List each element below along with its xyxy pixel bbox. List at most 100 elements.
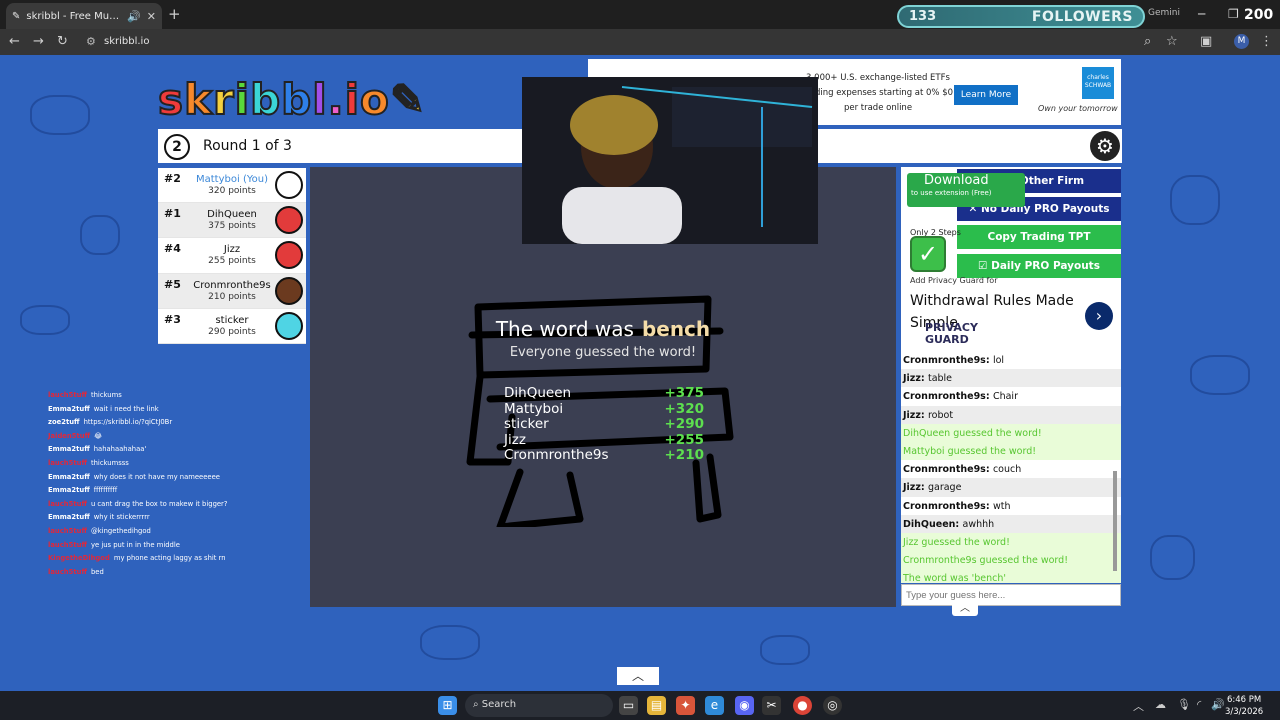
player-rank: #4 <box>164 242 181 256</box>
chat-text: couch <box>992 464 1022 476</box>
skribbl-logo[interactable]: skribbl.io✎ <box>157 74 426 125</box>
site-info-icon[interactable]: ⚙ <box>86 35 96 48</box>
chat-message: Cronmronthe9s: couch <box>901 460 1121 478</box>
stream-overlay-count: 200 <box>1244 7 1274 23</box>
expand-chevron-icon[interactable]: ︿ <box>617 667 659 685</box>
collapse-chevron-icon[interactable]: ︿ <box>952 602 978 616</box>
chat-text: awhhh <box>962 518 995 530</box>
side-ad[interactable]: ling Other Firm ✕ No Daily PRO Payouts C… <box>901 167 1121 352</box>
menu-icon[interactable]: ⋮ <box>1260 34 1273 49</box>
address-bar: ← → ↻ ⚙ skribbl.io ⌕ ☆ ▣ M ⋮ <box>0 29 1280 55</box>
player-row[interactable]: #5 Cronmronthe9s 210 points <box>158 273 306 309</box>
result-subtitle: Everyone guessed the word! <box>509 345 697 360</box>
checkmark-icon: ✓ <box>910 236 946 272</box>
cloud-icon[interactable]: ☁ <box>1155 698 1166 711</box>
chat-text: robot <box>927 409 954 421</box>
minimize-icon[interactable]: ─ <box>1198 7 1205 21</box>
player-name: Mattyboi (You) <box>196 174 268 185</box>
followers-count: 133 <box>909 9 937 24</box>
chat-text: wth <box>992 500 1011 512</box>
browser-tab[interactable]: ✎ skribbl - Free Multiplayer D 🔊 ✕ <box>6 3 162 29</box>
settings-gear-icon[interactable]: ⚙ <box>1090 131 1120 161</box>
new-tab-icon[interactable]: + <box>168 5 181 23</box>
chat-message: DihQueen guessed the word! <box>901 423 1121 442</box>
chat-message: The word was 'bench' <box>901 569 1121 583</box>
stream-chat-text: u cant drag the box to makew it bigger? <box>90 499 228 508</box>
player-row[interactable]: #3 sticker 290 points <box>158 309 306 344</box>
stream-chat-user: lauch5tuff <box>48 458 87 467</box>
sidebar-icon[interactable]: ▣ <box>1200 34 1212 49</box>
chat-text: Mattyboi guessed the word! <box>903 445 1037 457</box>
player-name: Cronmronthe9s <box>193 279 271 291</box>
reload-icon[interactable]: ↻ <box>57 34 68 49</box>
copilot-icon[interactable]: ✦ <box>676 696 695 715</box>
tray-chevron-icon[interactable]: ︿ <box>1133 698 1144 714</box>
browser-tab-bar: ✎ skribbl - Free Multiplayer D 🔊 ✕ + 133… <box>0 0 1280 29</box>
chrome-icon[interactable]: ● <box>793 696 812 715</box>
edge-icon[interactable]: e <box>705 696 724 715</box>
player-name: Jizz <box>223 244 241 256</box>
chat-author: Cronmronthe9s: <box>903 464 993 476</box>
start-icon[interactable]: ⊞ <box>438 696 457 715</box>
player-points: 375 points <box>208 221 256 232</box>
capcut-icon[interactable]: ✂ <box>762 696 781 715</box>
chat-message: Jizz: garage <box>901 478 1121 497</box>
chat-author: Cronmronthe9s: <box>903 355 993 366</box>
player-rank: #1 <box>164 207 181 221</box>
chat-message: Jizz: robot <box>901 405 1121 424</box>
stream-chat-text: bed <box>90 567 104 576</box>
profile-avatar[interactable]: M <box>1234 34 1249 49</box>
stream-chat-text: ye jus put in in the middle <box>90 540 180 549</box>
task-view-icon[interactable]: ▭ <box>619 696 638 715</box>
result-prefix: The word was <box>495 317 634 341</box>
stream-chat-user: zoe2tuff <box>48 418 80 427</box>
maximize-icon[interactable]: ❐ <box>1228 7 1239 21</box>
stream-chat-message: lauch5tuff thickumsss <box>48 457 288 471</box>
player-points: 210 points <box>208 291 256 302</box>
chat-author: Cronmronthe9s: <box>903 500 993 512</box>
taskbar-clock[interactable]: 6:46 PM 3/3/2026 <box>1225 694 1263 718</box>
discord-icon[interactable]: ◉ <box>735 696 754 715</box>
player-row[interactable]: #2 Mattyboi (You) 320 points <box>158 168 306 204</box>
followers-overlay: 133 FOLLOWERS <box>897 5 1145 28</box>
microphone-icon[interactable]: 🎙 <box>1177 698 1191 711</box>
stream-chat-message: Emma2tuff hahahaahahaa' <box>48 443 288 457</box>
close-tab-icon[interactable]: ✕ <box>147 10 156 23</box>
chat-box: Cronmronthe9s: lol Jizz: table Cronmronthe… <box>901 351 1121 583</box>
obs-icon[interactable]: ◎ <box>823 696 842 715</box>
url-field[interactable]: skribbl.io <box>104 36 149 47</box>
gemini-label[interactable]: Gemini <box>1148 8 1180 18</box>
forward-icon[interactable]: → <box>33 34 44 49</box>
zoom-icon[interactable]: ⌕ <box>1144 34 1151 49</box>
player-row[interactable]: #1 DihQueen 375 points <box>158 203 306 239</box>
chat-scrollbar[interactable] <box>1112 351 1118 583</box>
volume-icon[interactable]: 🔊 <box>1211 698 1225 711</box>
player-points: 255 points <box>208 256 256 267</box>
player-rank: #5 <box>164 277 181 291</box>
stream-chat-message: zoe2tuff https://skribbl.io/?qiCtJ0Br <box>48 416 288 430</box>
chat-message: Cronmronthe9s guessed the word! <box>901 551 1121 570</box>
round-label: Round 1 of 3 <box>203 138 292 154</box>
bookmark-star-icon[interactable]: ☆ <box>1166 34 1178 49</box>
player-rank: #3 <box>164 312 181 326</box>
guess-input[interactable] <box>901 584 1121 606</box>
stream-chat-text: thickumsss <box>90 458 129 467</box>
stream-chat-message: lauch5tuff ye jus put in in the middle <box>48 539 288 553</box>
stream-chat-text: ffffffffff <box>93 486 118 495</box>
taskbar-search[interactable]: ⌕ Search <box>465 694 613 717</box>
wifi-icon[interactable]: ◜ <box>1197 698 1201 711</box>
ad-button[interactable]: Copy Trading TPT <box>957 225 1121 249</box>
file-explorer-icon[interactable]: ▤ <box>647 696 666 715</box>
stream-chat-text: my phone acting laggy as shit rn <box>113 554 226 563</box>
score-row: sticker +290 <box>504 416 704 433</box>
chat-text: table <box>927 373 953 385</box>
player-row[interactable]: #4 Jizz 255 points <box>158 238 306 274</box>
chat-author: DihQueen: <box>903 518 963 530</box>
ad-button[interactable]: ☑ Daily PRO Payouts <box>957 254 1121 278</box>
back-icon[interactable]: ← <box>9 34 20 49</box>
stream-chat-message: KingetheDihgod my phone acting laggy as s… <box>48 552 288 566</box>
mute-tab-icon[interactable]: 🔊 <box>127 10 141 23</box>
download-button[interactable]: Download to use extension (Free) <box>907 173 1025 207</box>
chevron-right-icon[interactable]: › <box>1085 302 1113 330</box>
learn-more-button[interactable]: Learn More <box>954 85 1018 105</box>
